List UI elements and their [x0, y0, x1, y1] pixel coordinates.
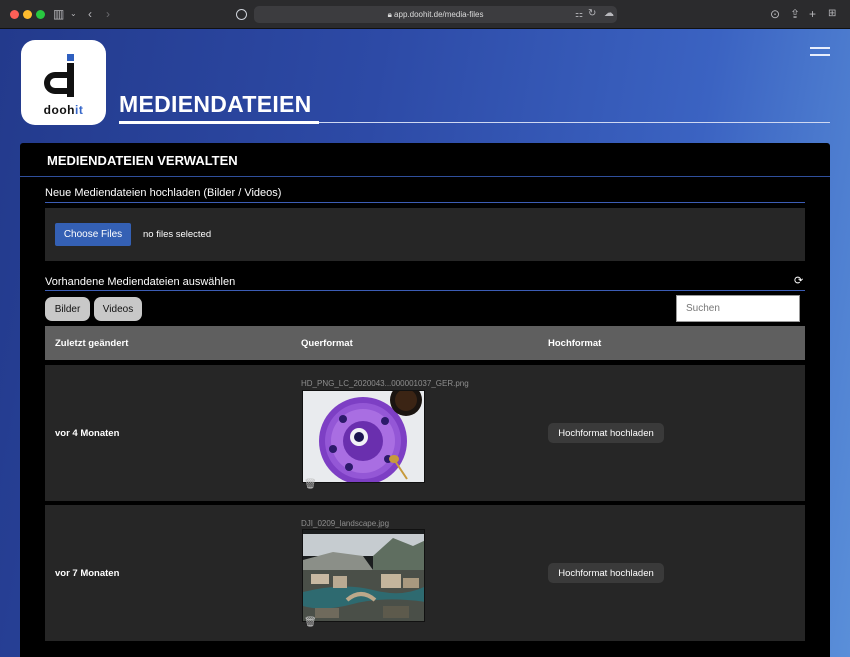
landscape-thumbnail[interactable]	[302, 390, 425, 483]
panel-title: MEDIENDATEIEN VERWALTEN	[47, 153, 238, 168]
page-title: MEDIENDATEIEN	[119, 91, 312, 117]
download-icon[interactable]: ⊙	[770, 7, 780, 21]
tab-overview-icon[interactable]: ⊞	[828, 7, 836, 21]
logo[interactable]: doohit	[21, 40, 106, 125]
menu-icon[interactable]	[810, 47, 830, 57]
dessert-photo	[303, 391, 424, 482]
delete-icon[interactable]: 🗑︎	[304, 479, 317, 490]
panel-title-divider	[20, 176, 830, 177]
back-icon[interactable]: ‹	[88, 7, 92, 21]
choose-files-button[interactable]: Choose Files	[55, 223, 131, 246]
close-window-button[interactable]	[10, 10, 19, 19]
media-panel: MEDIENDATEIEN VERWALTEN Neue Mediendatei…	[20, 143, 830, 657]
url-text: app.doohit.de/media-files	[394, 10, 484, 19]
filter-videos-button[interactable]: Videos	[94, 297, 142, 321]
upload-portrait-button[interactable]: Hochformat hochladen	[548, 563, 664, 583]
table-row[interactable]: vor 7 Monaten DJI_0209_landscape.jpg 🗑︎ …	[45, 505, 805, 641]
page: doohit MEDIENDATEIEN MEDIENDATEIEN VERWA…	[0, 29, 850, 657]
upload-section-divider	[45, 202, 805, 203]
existing-section-divider	[45, 290, 805, 291]
landscape-filename: DJI_0209_landscape.jpg	[301, 519, 390, 528]
existing-section-label: Vorhandene Mediendateien auswählen	[45, 276, 236, 288]
address-bar[interactable]: 🔒︎ app.doohit.de/media-files	[254, 6, 617, 23]
search-input[interactable]: Suchen	[676, 295, 800, 322]
column-header-landscape[interactable]: Querformat	[301, 338, 353, 349]
modified-date: vor 4 Monaten	[55, 428, 120, 439]
logo-text: doohit	[43, 103, 84, 117]
title-underline	[119, 121, 319, 124]
upload-box: Choose Files no files selected	[45, 208, 805, 261]
forward-icon[interactable]: ›	[106, 7, 110, 21]
column-header-modified[interactable]: Zuletzt geändert	[55, 338, 128, 349]
chevron-down-icon[interactable]: ⌄	[70, 7, 77, 21]
landscape-filename: HD_PNG_LC_2020043...000001037_GER.png	[301, 379, 469, 388]
upload-portrait-button[interactable]: Hochformat hochladen	[548, 423, 664, 443]
translate-icon[interactable]: ⚏	[575, 7, 583, 21]
sidebar-icon[interactable]: ▥	[53, 7, 64, 21]
table-header: Zuletzt geändert Querformat Hochformat	[45, 326, 805, 360]
no-files-text: no files selected	[143, 229, 212, 240]
zoom-window-button[interactable]	[36, 10, 45, 19]
filter-images-button[interactable]: Bilder	[45, 297, 90, 321]
browser-toolbar: ▥ ⌄ ‹ › 🔒︎ app.doohit.de/media-files ⚏ ↻…	[0, 0, 850, 29]
landscape-thumbnail[interactable]	[302, 529, 425, 622]
delete-icon[interactable]: 🗑︎	[304, 617, 317, 628]
refresh-icon[interactable]: ⟳	[794, 274, 803, 287]
reload-icon[interactable]: ↻	[588, 7, 596, 21]
logo-d-icon	[44, 54, 74, 97]
landscape-photo	[303, 530, 424, 621]
column-header-portrait[interactable]: Hochformat	[548, 338, 601, 349]
modified-date: vor 7 Monaten	[55, 568, 120, 579]
new-tab-icon[interactable]: +	[809, 7, 816, 21]
minimize-window-button[interactable]	[23, 10, 32, 19]
password-manager-icon[interactable]	[236, 9, 247, 20]
extension-icon[interactable]: ☁	[604, 7, 614, 21]
share-icon[interactable]: ⇪	[790, 7, 800, 21]
table-row[interactable]: vor 4 Monaten HD_PNG_LC_2020043...000001…	[45, 365, 805, 501]
upload-section-label: Neue Mediendateien hochladen (Bilder / V…	[45, 187, 282, 199]
